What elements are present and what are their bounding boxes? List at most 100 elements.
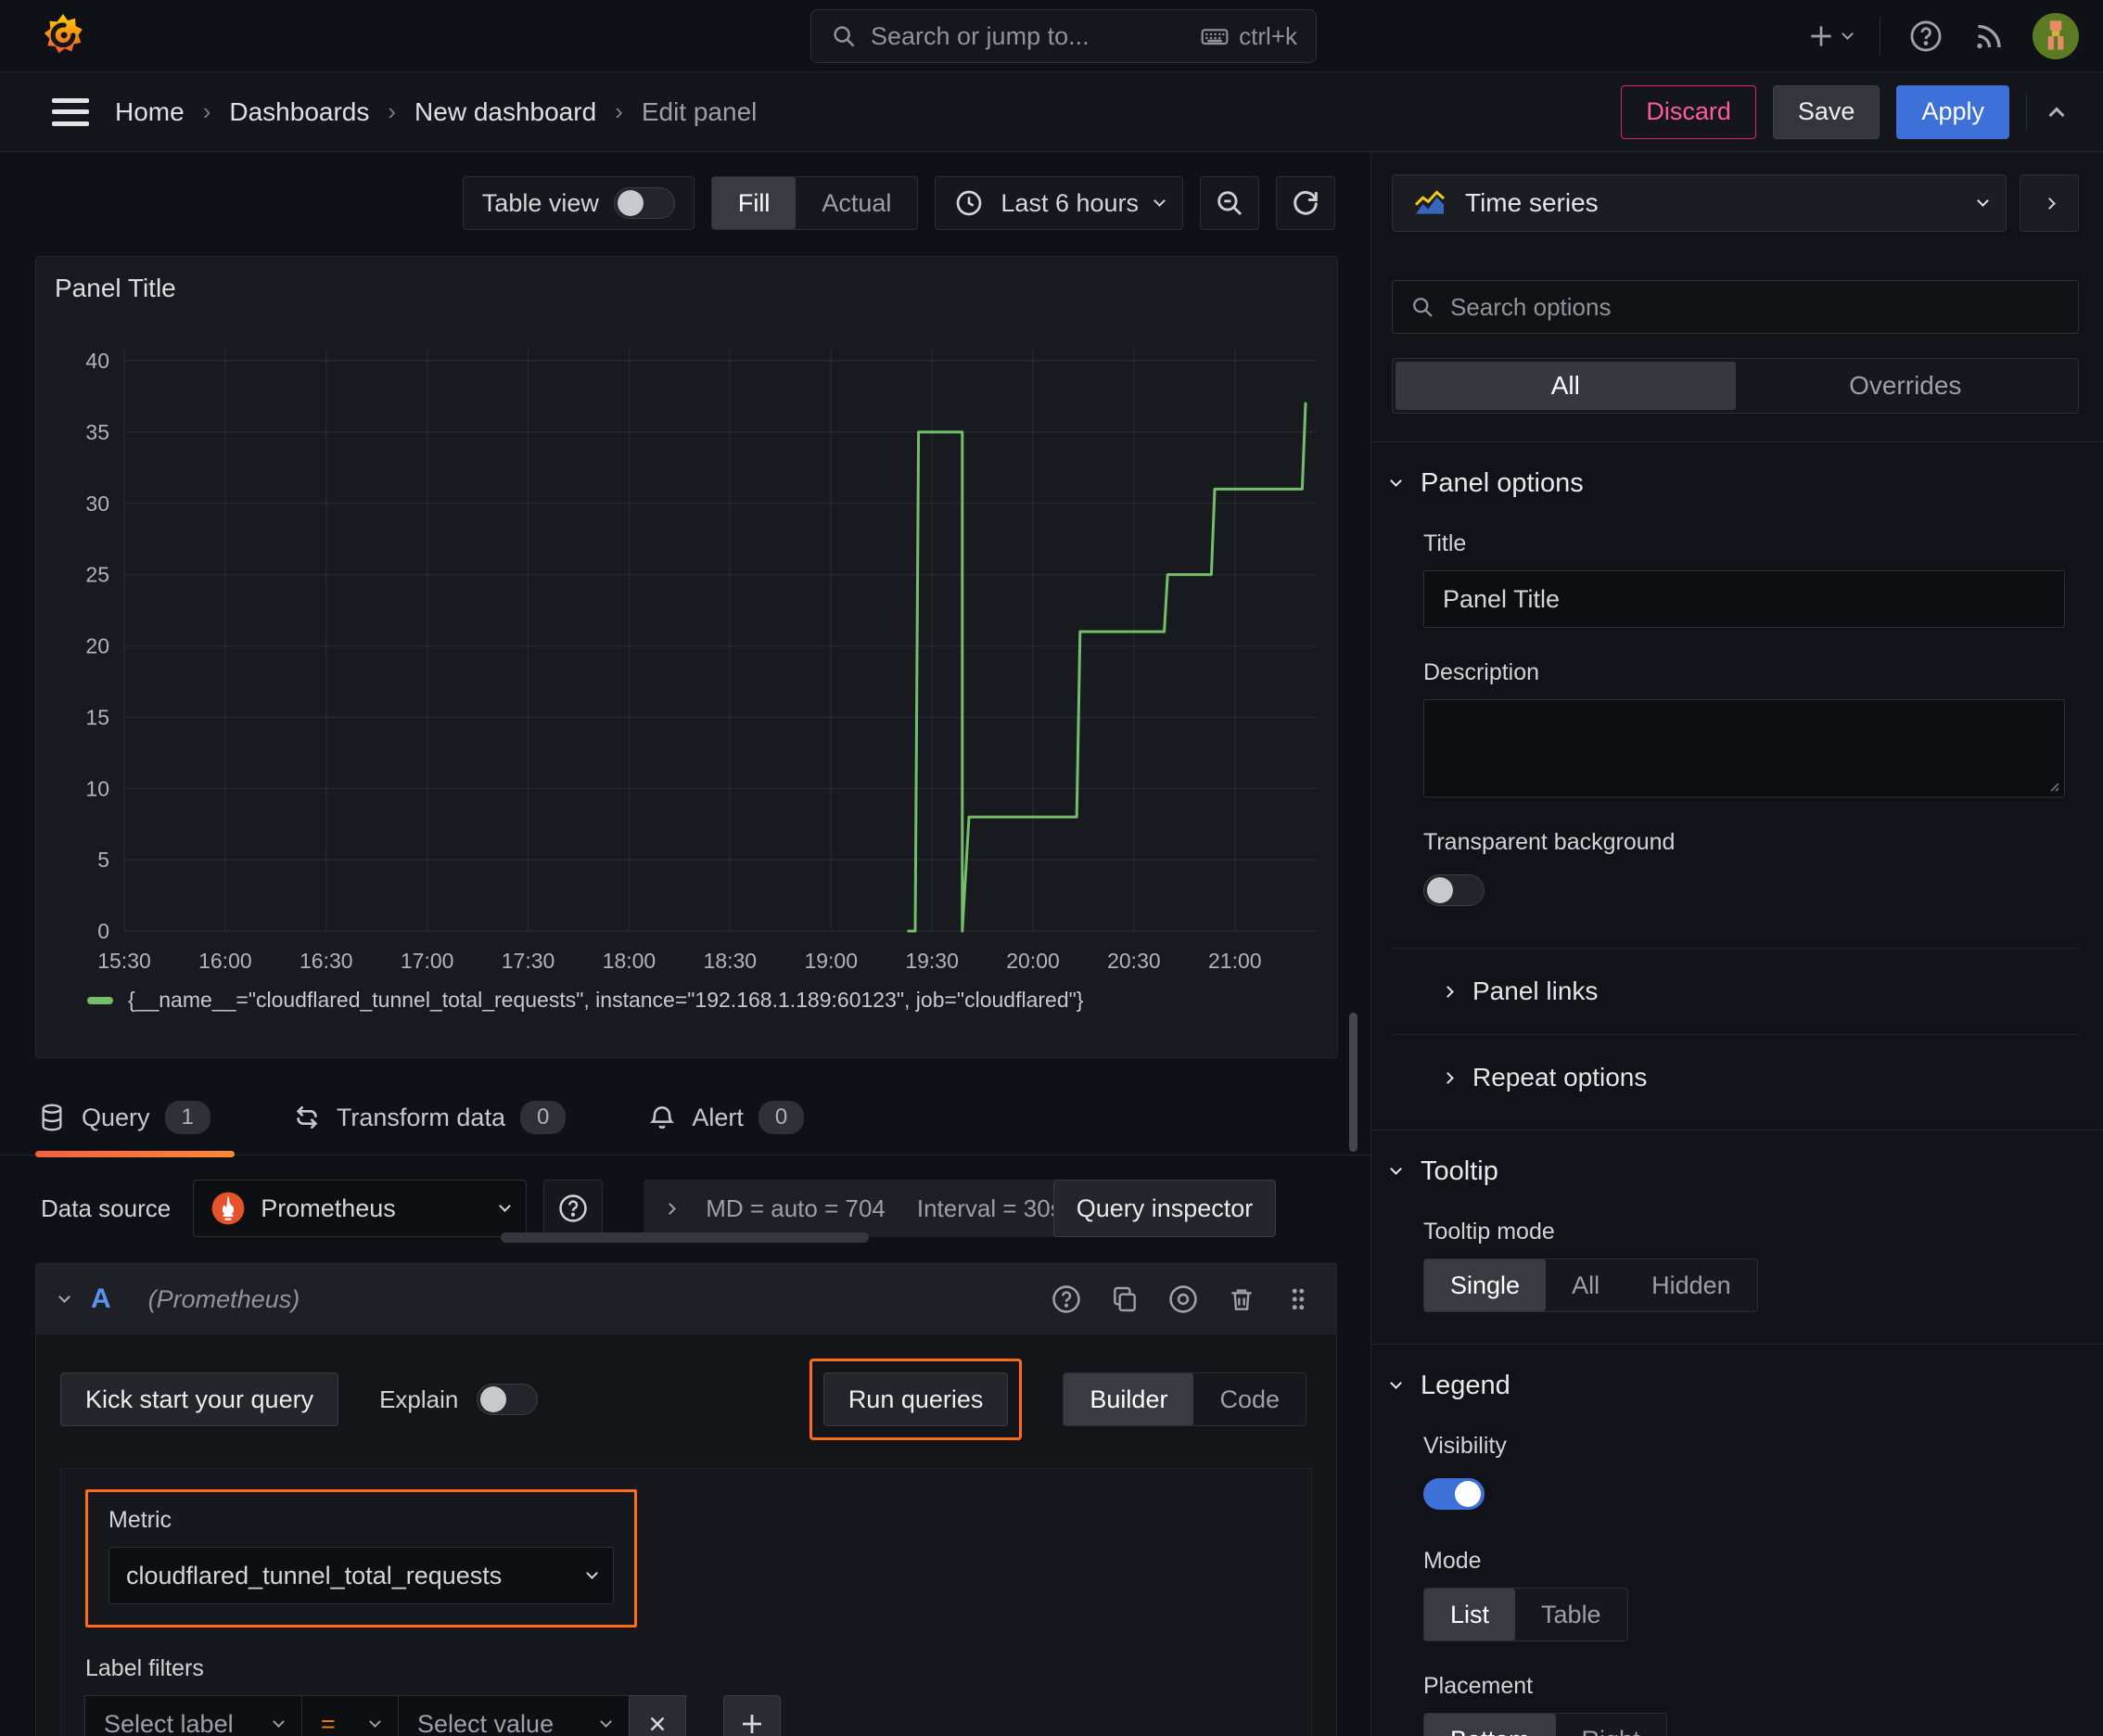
legend-placement-segment: Bottom Right — [1423, 1713, 1667, 1736]
time-series-viz-icon — [1411, 185, 1448, 222]
svg-text:20:30: 20:30 — [1107, 949, 1161, 973]
panel-description-textarea[interactable] — [1424, 700, 2064, 797]
tab-all[interactable]: All — [1396, 362, 1736, 410]
time-range-picker[interactable]: Last 6 hours — [935, 176, 1183, 230]
code-option[interactable]: Code — [1193, 1373, 1306, 1425]
datasource-help-button[interactable] — [543, 1180, 604, 1237]
query-inspector-button[interactable]: Query inspector — [1052, 1180, 1277, 1237]
tooltip-mode-all[interactable]: All — [1546, 1259, 1625, 1311]
legend-placement-bottom[interactable]: Bottom — [1424, 1714, 1556, 1736]
kick-start-query-button[interactable]: Kick start your query — [60, 1372, 339, 1426]
metric-select[interactable]: cloudflared_tunnel_total_requests — [108, 1547, 614, 1604]
transform-count-badge: 0 — [519, 1101, 567, 1134]
options-search-placeholder: Search options — [1450, 292, 1612, 321]
open-viz-suggestions-button[interactable] — [2020, 174, 2079, 232]
max-datapoints-stat: MD = auto = 704 — [706, 1194, 886, 1222]
discard-button[interactable]: Discard — [1621, 84, 1756, 139]
delete-query-trash-icon[interactable] — [1227, 1284, 1256, 1314]
zoom-out-time-button[interactable] — [1200, 176, 1259, 230]
legend-visibility-toggle[interactable] — [1423, 1478, 1485, 1510]
legend-mode-table[interactable]: Table — [1515, 1589, 1627, 1640]
builder-option[interactable]: Builder — [1064, 1373, 1194, 1425]
user-avatar[interactable] — [2033, 13, 2079, 59]
panel-options-header[interactable]: Panel options — [1390, 468, 2079, 499]
breadcrumb-bar: Home › Dashboards › New dashboard › Edit… — [0, 72, 2103, 152]
panel-links-section[interactable]: Panel links — [1392, 949, 2079, 1035]
select-value-dropdown[interactable]: Select value — [398, 1695, 630, 1736]
collapse-options-pane-button[interactable] — [2044, 104, 2070, 122]
visibility-label: Visibility — [1423, 1433, 1507, 1459]
search-shortcut: ctrl+k — [1239, 21, 1297, 50]
options-filter-tabs: All Overrides — [1392, 358, 2079, 414]
tooltip-mode-hidden[interactable]: Hidden — [1625, 1259, 1757, 1311]
global-search-input[interactable]: Search or jump to... ctrl+k — [810, 9, 1317, 63]
collapse-query-icon[interactable] — [58, 1290, 70, 1303]
svg-text:35: 35 — [85, 420, 109, 444]
horizontal-scrollbar[interactable] — [501, 1232, 869, 1243]
visualization-picker[interactable]: Time series — [1392, 174, 2007, 232]
operator-dropdown[interactable]: = — [301, 1695, 399, 1736]
query-help-icon[interactable] — [1051, 1283, 1082, 1315]
toggle-visibility-eye-icon[interactable] — [1167, 1283, 1199, 1315]
add-filter-button[interactable] — [723, 1695, 781, 1736]
transparent-background-toggle[interactable] — [1423, 874, 1485, 906]
query-section-tabs: Query 1 Transform data 0 Alert 0 — [0, 1058, 1370, 1157]
visualization-value: Time series — [1465, 188, 1599, 217]
legend-mode-list[interactable]: List — [1424, 1589, 1516, 1640]
menu-toggle-icon[interactable] — [52, 97, 89, 126]
legend-placement-right[interactable]: Right — [1556, 1714, 1666, 1736]
metric-highlight: Metric cloudflared_tunnel_total_requests — [85, 1489, 637, 1628]
label-filters-label: Label filters — [85, 1655, 204, 1681]
options-search-input[interactable]: Search options — [1392, 280, 2079, 334]
tooltip-mode-segment: Single All Hidden — [1423, 1258, 1758, 1312]
apply-button[interactable]: Apply — [1896, 84, 2009, 139]
fill-option[interactable]: Fill — [711, 177, 797, 229]
add-new-button[interactable] — [1806, 21, 1854, 51]
table-view-toggle[interactable] — [613, 187, 675, 219]
tab-overrides[interactable]: Overrides — [1736, 362, 2076, 410]
bell-icon — [647, 1103, 677, 1132]
tab-alert[interactable]: Alert 0 — [645, 1091, 828, 1155]
vertical-scrollbar[interactable] — [1349, 1013, 1357, 1152]
actual-option[interactable]: Actual — [796, 177, 917, 229]
tooltip-header[interactable]: Tooltip — [1390, 1156, 2079, 1187]
legend-header[interactable]: Legend — [1390, 1371, 2079, 1401]
tooltip-section: Tooltip Tooltip mode Single All Hidden — [1371, 1130, 2103, 1345]
breadcrumb-new-dashboard[interactable]: New dashboard — [414, 97, 596, 127]
svg-text:16:00: 16:00 — [198, 949, 252, 973]
svg-text:18:00: 18:00 — [603, 949, 656, 973]
select-label-dropdown[interactable]: Select label — [84, 1695, 302, 1736]
panel-title-input[interactable] — [1423, 570, 2065, 628]
refresh-button[interactable] — [1276, 176, 1335, 230]
tooltip-mode-single[interactable]: Single — [1424, 1259, 1547, 1311]
breadcrumb-dashboards[interactable]: Dashboards — [229, 97, 369, 127]
chevron-right-icon[interactable] — [664, 1202, 677, 1215]
datasource-picker[interactable]: Prometheus — [193, 1180, 528, 1237]
chart-legend[interactable]: {__name__="cloudflared_tunnel_total_requ… — [87, 988, 1083, 1013]
time-series-chart[interactable]: 0 5 10 15 20 25 30 35 40 15:30 16:00 16:30 17:00 17:3… — [36, 257, 1339, 985]
tab-query[interactable]: Query 1 — [35, 1091, 235, 1157]
panel-preview[interactable]: Panel Title 0 5 10 15 20 25 30 35 40 15:30 16:00 16… — [35, 256, 1338, 1058]
chevron-right-icon — [1442, 985, 1454, 998]
drag-handle-grip-icon[interactable] — [1284, 1285, 1312, 1313]
search-icon — [830, 22, 858, 50]
run-queries-button[interactable]: Run queries — [822, 1372, 1009, 1426]
query-editor-card: A (Prometheus) Kick start your query Exp… — [35, 1263, 1337, 1736]
panel-toolbar: Table view Fill Actual Last 6 hours — [0, 152, 1370, 230]
tab-transform-data[interactable]: Transform data 0 — [290, 1091, 590, 1155]
database-icon — [37, 1103, 67, 1132]
breadcrumb-home[interactable]: Home — [115, 97, 185, 127]
query-row-header[interactable]: A (Prometheus) — [36, 1264, 1336, 1334]
query-stats: MD = auto = 704 Interval = 30s Query ins… — [644, 1180, 1277, 1237]
duplicate-query-icon[interactable] — [1110, 1284, 1140, 1314]
repeat-options-section[interactable]: Repeat options — [1392, 1035, 2079, 1098]
resize-grip-icon[interactable] — [2046, 778, 2060, 793]
metric-label: Metric — [108, 1507, 172, 1533]
explain-toggle[interactable] — [477, 1384, 539, 1415]
visual-query-builder: Metric cloudflared_tunnel_total_requests… — [60, 1468, 1312, 1736]
save-button[interactable]: Save — [1772, 84, 1880, 139]
news-rss-button[interactable] — [1971, 19, 2005, 53]
help-button[interactable] — [1908, 19, 1944, 54]
grafana-logo-icon[interactable] — [39, 12, 87, 60]
remove-filter-button[interactable] — [629, 1695, 686, 1736]
